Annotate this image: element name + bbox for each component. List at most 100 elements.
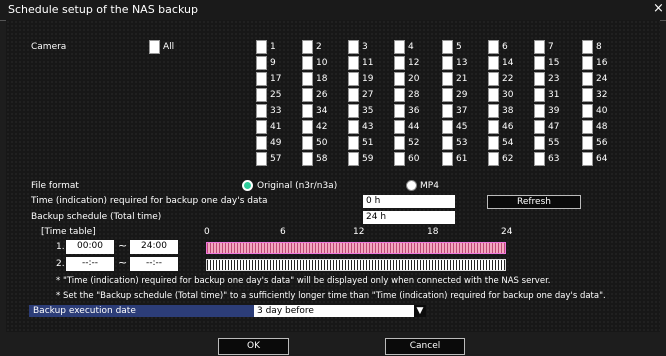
row2-schedule-bar[interactable] [206, 259, 506, 271]
camera-checkbox[interactable] [302, 136, 313, 150]
camera-all-checkbox[interactable] [149, 40, 160, 54]
camera-checkbox[interactable] [442, 40, 453, 54]
row1-start-time-input[interactable]: 00:00 [66, 240, 114, 254]
camera-checkbox[interactable] [302, 56, 313, 70]
camera-checkbox[interactable] [534, 40, 545, 54]
camera-checkbox[interactable] [256, 104, 267, 118]
camera-checkbox[interactable] [582, 104, 593, 118]
ok-button[interactable]: OK [218, 338, 289, 355]
close-icon[interactable]: × [653, 1, 664, 16]
camera-label: Camera [31, 42, 67, 52]
tick-24: 24 [501, 227, 513, 237]
camera-checkbox[interactable] [302, 40, 313, 54]
camera-number-label: 32 [596, 90, 608, 100]
format-original-radio[interactable] [242, 180, 253, 191]
camera-checkbox[interactable] [256, 72, 267, 86]
camera-checkbox[interactable] [488, 56, 499, 70]
camera-checkbox[interactable] [256, 88, 267, 102]
file-format-label: File format [31, 181, 79, 191]
camera-checkbox[interactable] [442, 120, 453, 134]
camera-checkbox[interactable] [394, 136, 405, 150]
camera-checkbox[interactable] [442, 88, 453, 102]
camera-checkbox[interactable] [534, 152, 545, 166]
camera-checkbox[interactable] [256, 136, 267, 150]
backup-schedule-field: 24 h [363, 211, 455, 224]
timetable-row1-num: 1. [56, 242, 65, 252]
camera-checkbox[interactable] [394, 40, 405, 54]
camera-checkbox[interactable] [488, 136, 499, 150]
camera-checkbox[interactable] [488, 120, 499, 134]
format-mp4-radio[interactable] [406, 180, 417, 191]
camera-checkbox[interactable] [582, 40, 593, 54]
camera-checkbox[interactable] [394, 120, 405, 134]
row2-end-time-input[interactable]: --:-- [130, 257, 178, 271]
camera-checkbox[interactable] [442, 152, 453, 166]
camera-checkbox[interactable] [534, 104, 545, 118]
camera-checkbox[interactable] [394, 56, 405, 70]
camera-number-label: 25 [270, 90, 282, 100]
camera-checkbox[interactable] [442, 72, 453, 86]
camera-checkbox[interactable] [256, 56, 267, 70]
camera-checkbox[interactable] [348, 136, 359, 150]
note-schedule-length: * Set the "Backup schedule (Total time)"… [56, 291, 606, 301]
chevron-down-icon[interactable]: ▼ [414, 305, 426, 317]
camera-number-label: 27 [362, 90, 374, 100]
row2-tilde: ~ [118, 256, 128, 269]
camera-checkbox[interactable] [302, 88, 313, 102]
camera-number-label: 21 [456, 74, 468, 84]
camera-number-label: 37 [456, 106, 468, 116]
camera-number-label: 54 [502, 138, 514, 148]
camera-number-label: 33 [270, 106, 282, 116]
camera-checkbox[interactable] [582, 152, 593, 166]
camera-checkbox[interactable] [394, 152, 405, 166]
camera-checkbox[interactable] [256, 40, 267, 54]
camera-number-label: 49 [270, 138, 282, 148]
cancel-button[interactable]: Cancel [385, 338, 465, 355]
camera-checkbox[interactable] [442, 104, 453, 118]
row1-schedule-bar[interactable] [206, 242, 506, 254]
camera-checkbox[interactable] [348, 120, 359, 134]
refresh-button[interactable]: Refresh [487, 195, 581, 209]
camera-checkbox[interactable] [394, 88, 405, 102]
execution-date-select[interactable]: 3 day before [254, 305, 414, 317]
camera-checkbox[interactable] [348, 104, 359, 118]
camera-checkbox[interactable] [488, 88, 499, 102]
camera-checkbox[interactable] [534, 88, 545, 102]
camera-checkbox[interactable] [348, 152, 359, 166]
camera-checkbox[interactable] [488, 72, 499, 86]
camera-number-label: 48 [596, 122, 608, 132]
format-mp4-label: MP4 [420, 181, 439, 191]
camera-checkbox[interactable] [302, 120, 313, 134]
camera-checkbox[interactable] [348, 56, 359, 70]
camera-checkbox[interactable] [302, 152, 313, 166]
camera-checkbox[interactable] [348, 88, 359, 102]
camera-number-label: 53 [456, 138, 468, 148]
camera-checkbox[interactable] [534, 120, 545, 134]
row1-end-time-input[interactable]: 24:00 [130, 240, 178, 254]
camera-checkbox[interactable] [534, 72, 545, 86]
camera-checkbox[interactable] [348, 40, 359, 54]
camera-checkbox[interactable] [582, 136, 593, 150]
camera-checkbox[interactable] [488, 40, 499, 54]
camera-checkbox[interactable] [534, 56, 545, 70]
camera-checkbox[interactable] [302, 104, 313, 118]
camera-checkbox[interactable] [442, 56, 453, 70]
camera-checkbox[interactable] [348, 72, 359, 86]
camera-checkbox[interactable] [488, 152, 499, 166]
row2-start-time-input[interactable]: --:-- [66, 257, 114, 271]
camera-checkbox[interactable] [394, 72, 405, 86]
camera-checkbox[interactable] [534, 136, 545, 150]
camera-checkbox[interactable] [302, 72, 313, 86]
camera-checkbox[interactable] [256, 152, 267, 166]
camera-checkbox[interactable] [442, 136, 453, 150]
camera-checkbox[interactable] [582, 56, 593, 70]
camera-checkbox[interactable] [582, 88, 593, 102]
camera-number-label: 55 [548, 138, 560, 148]
camera-number-label: 14 [502, 58, 514, 68]
camera-checkbox[interactable] [256, 120, 267, 134]
timetable-row2-num: 2. [56, 259, 65, 269]
camera-checkbox[interactable] [488, 104, 499, 118]
camera-checkbox[interactable] [582, 120, 593, 134]
camera-checkbox[interactable] [582, 72, 593, 86]
camera-checkbox[interactable] [394, 104, 405, 118]
